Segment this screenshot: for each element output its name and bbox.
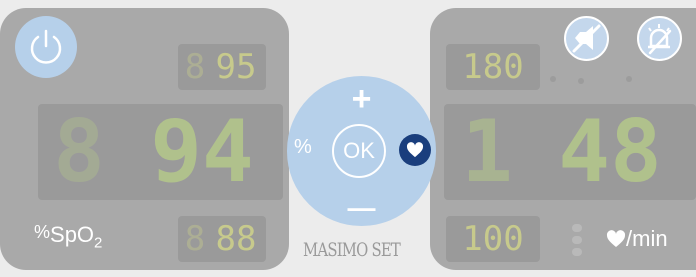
indicator-dot — [550, 76, 556, 82]
spo2-upper-prefix: 8 — [184, 47, 206, 87]
alarm-silence-button[interactable] — [564, 16, 609, 61]
alarm-bell-button[interactable] — [637, 16, 682, 61]
spo-text: SpO — [50, 222, 95, 247]
spo2-upper-limit-display: 8 95 — [178, 44, 266, 90]
indicator-dot — [578, 78, 584, 84]
heart-icon — [606, 230, 626, 247]
pr-upper-limit-value: 180 — [462, 47, 524, 87]
spo2-lower-prefix: 8 — [184, 219, 206, 259]
alarm-bell-icon — [648, 24, 672, 55]
spo2-lower-limit-display: 8 88 — [178, 216, 266, 262]
pr-lower-limit-display: 100 — [446, 216, 540, 262]
masimo-logo: MASIMO SET — [303, 228, 423, 272]
power-button[interactable] — [15, 16, 77, 78]
perfusion-bar-segment — [572, 248, 582, 256]
pulse-rate-panel: 180 1 48 100 /min — [430, 8, 696, 270]
percent-mode-label[interactable]: % — [294, 136, 312, 159]
decrease-button[interactable]: — — [345, 192, 378, 224]
increase-button[interactable]: + — [345, 80, 378, 119]
spo2-upper-limit-value: 95 — [215, 47, 257, 87]
masimo-logo-text: MASIMO SET — [303, 239, 401, 261]
alarm-silence-icon — [572, 24, 601, 53]
per-minute-label: /min — [626, 226, 668, 251]
indicator-dot — [626, 76, 632, 82]
spo2-main-display: 8 94 — [38, 102, 283, 202]
pr-main-prefix: 1 — [461, 102, 513, 202]
spo2-panel: 8 95 8 94 8 88 %SpO2 — [0, 8, 289, 270]
pr-upper-limit-display: 180 — [446, 44, 540, 90]
perfusion-bar-segment — [572, 224, 582, 232]
heart-icon — [406, 142, 424, 158]
pulse-rate-unit-label: /min — [606, 226, 668, 252]
spo2-unit-label: %SpO2 — [34, 222, 102, 251]
spo-subscript: 2 — [94, 234, 103, 252]
heart-mode-button[interactable] — [399, 134, 431, 166]
spo2-main-value: 94 — [150, 102, 254, 202]
pr-main-display: 1 48 — [444, 102, 696, 202]
ok-label: OK — [343, 138, 375, 163]
center-control-dial: + % OK — — [287, 76, 436, 226]
power-icon — [30, 29, 62, 64]
ok-button[interactable]: OK — [332, 124, 386, 178]
perfusion-bar-segment — [572, 236, 582, 244]
pr-lower-limit-value: 100 — [462, 219, 524, 259]
pr-main-value: 48 — [558, 102, 662, 202]
spo2-main-prefix: 8 — [53, 102, 105, 202]
percent-sign: % — [34, 222, 51, 242]
spo2-lower-limit-value: 88 — [215, 219, 257, 259]
